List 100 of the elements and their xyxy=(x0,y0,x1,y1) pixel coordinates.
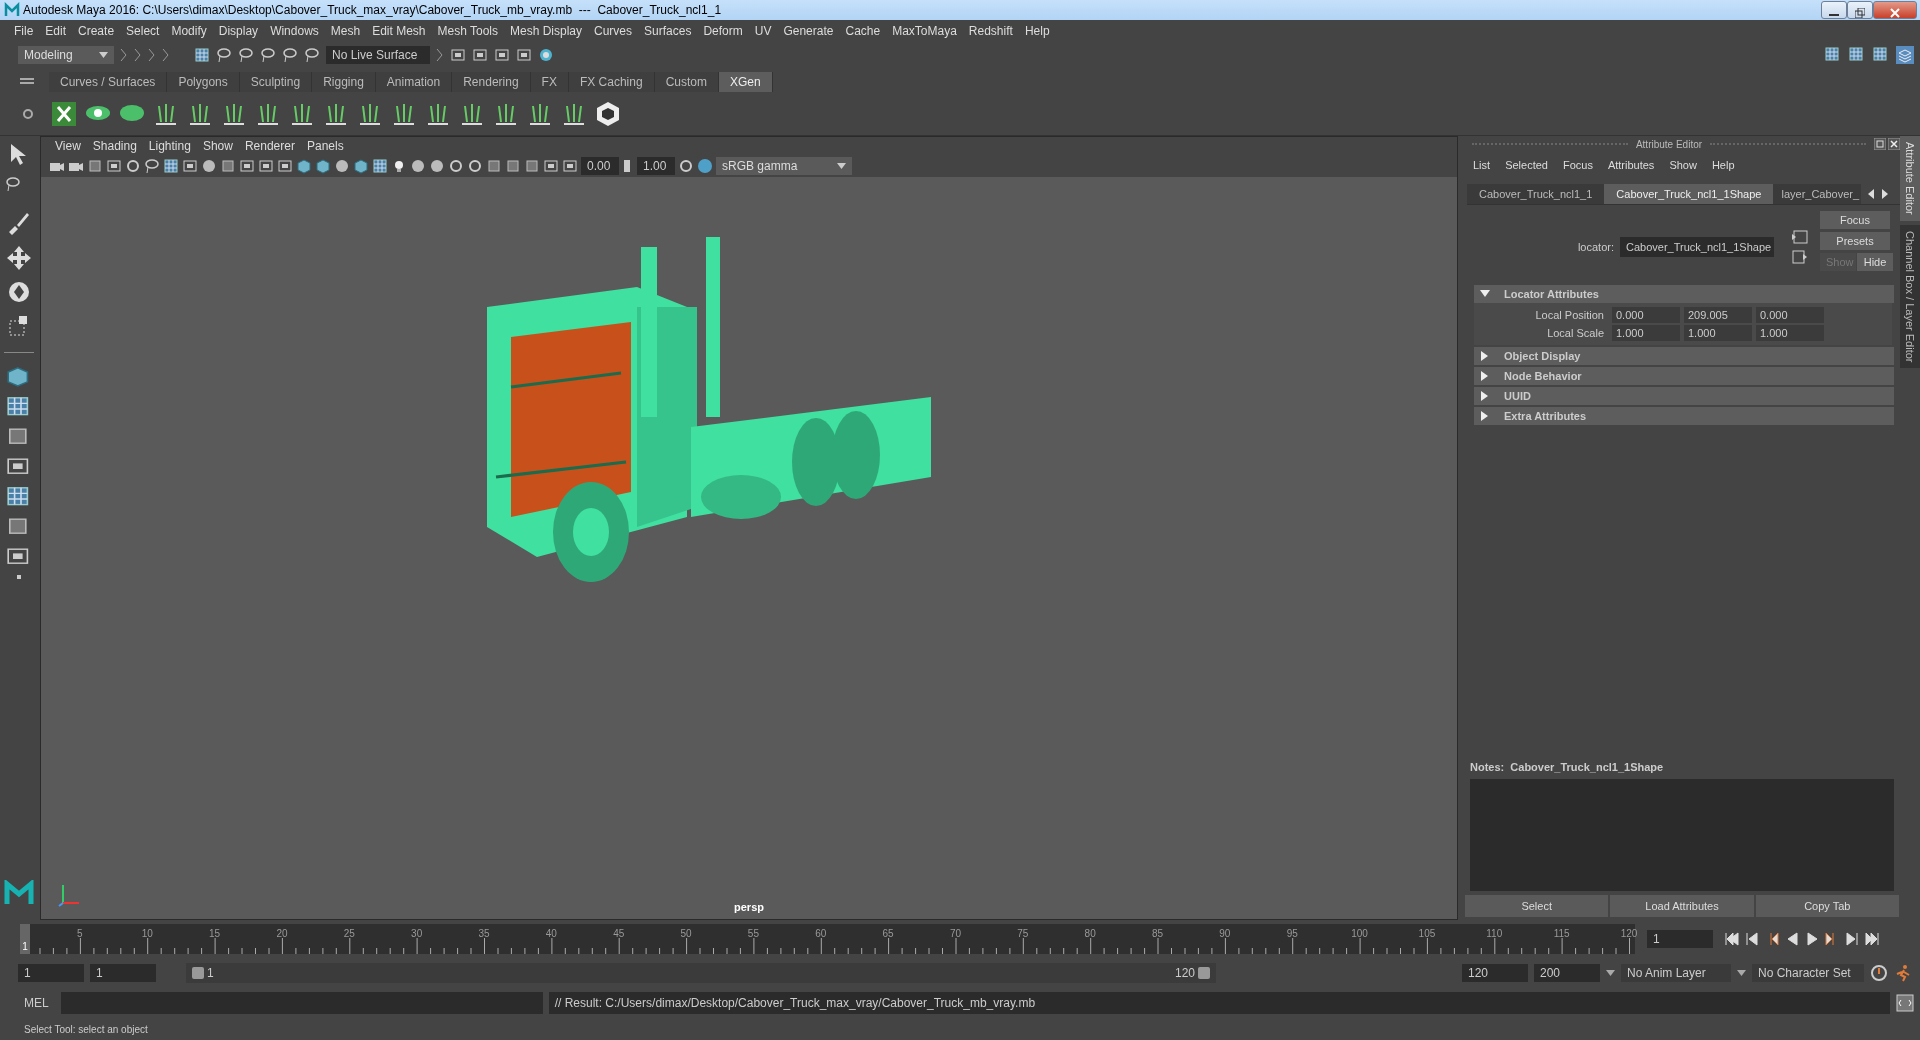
attribute-value-field[interactable]: 1.000 xyxy=(1684,325,1752,341)
attribute-value-field[interactable]: 0.000 xyxy=(1756,307,1824,323)
menu-item[interactable]: Mesh Tools xyxy=(431,22,504,40)
node-tab[interactable]: layer_Cabover_ xyxy=(1773,184,1862,204)
menu-item[interactable]: Focus xyxy=(1556,156,1599,174)
script-editor-icon[interactable] xyxy=(1896,994,1914,1012)
end-frame-field[interactable]: 200 xyxy=(1534,964,1600,982)
shelf-tab[interactable]: Custom xyxy=(654,72,719,92)
go-to-end-icon[interactable] xyxy=(1865,932,1879,946)
section-header[interactable]: Locator Attributes xyxy=(1474,285,1894,303)
color-space-dropdown[interactable]: sRGB gamma xyxy=(716,157,852,175)
menu-set-dropdown[interactable]: Modeling xyxy=(18,46,114,64)
lasso-icon[interactable] xyxy=(304,47,320,63)
side-tab[interactable]: Attribute Editor xyxy=(1900,136,1920,221)
panel-button[interactable]: Hide xyxy=(1857,253,1893,271)
lasso-icon[interactable] xyxy=(260,47,276,63)
attribute-value-field[interactable]: 1.000 xyxy=(1756,325,1824,341)
menu-item[interactable]: Surfaces xyxy=(638,22,698,40)
section-header[interactable]: Object Display xyxy=(1474,347,1894,365)
menu-item[interactable]: Help xyxy=(1705,156,1741,174)
shelf-tab[interactable]: FX Caching xyxy=(568,72,655,92)
menu-item[interactable]: Redshift xyxy=(962,22,1019,40)
shelf-tab[interactable]: XGen xyxy=(718,72,773,92)
select-by-hierarchy-icon[interactable] xyxy=(194,47,210,63)
range-start-handle[interactable] xyxy=(192,967,204,979)
collapse-handle-icon[interactable] xyxy=(148,48,156,62)
menu-item[interactable]: Cache xyxy=(839,22,887,40)
xgen-icon[interactable] xyxy=(50,99,78,128)
menu-item[interactable]: Edit xyxy=(39,22,73,40)
node-tab[interactable]: Cabover_Truck_ncl1_1 xyxy=(1467,184,1605,204)
panel-button[interactable]: Select xyxy=(1465,895,1609,917)
current-frame-field[interactable]: 1 xyxy=(1647,930,1713,948)
start-frame-field[interactable]: 1 xyxy=(18,964,84,982)
menu-item[interactable]: Select xyxy=(120,22,166,40)
exposure-field[interactable]: 0.00 xyxy=(581,157,619,175)
shelf-tab[interactable]: FX xyxy=(530,72,569,92)
locator-name-field[interactable]: Cabover_Truck_ncl1_1Shape xyxy=(1620,237,1774,257)
close-icon[interactable] xyxy=(1888,138,1900,150)
menu-item[interactable]: Mesh Display xyxy=(504,22,589,40)
lasso-icon[interactable] xyxy=(282,47,298,63)
step-back-key-icon[interactable] xyxy=(1745,932,1759,946)
panel-button[interactable]: Load Attributes xyxy=(1610,895,1754,917)
shelf-tab[interactable]: Sculpting xyxy=(239,72,313,92)
shelf-tab[interactable]: Polygons xyxy=(167,72,240,92)
shelf-tab[interactable]: Rendering xyxy=(452,72,531,92)
character-set-field[interactable]: No Character Set xyxy=(1752,964,1864,982)
menu-item[interactable]: Windows xyxy=(264,22,325,40)
scroll-left-icon[interactable] xyxy=(1867,189,1876,199)
shelf-tab[interactable]: Animation xyxy=(375,72,453,92)
grid-icon[interactable] xyxy=(163,158,179,174)
section-header[interactable]: Node Behavior xyxy=(1474,367,1894,385)
play-backwards-icon[interactable] xyxy=(1785,932,1799,946)
notes-field[interactable] xyxy=(1470,779,1894,891)
menu-item[interactable]: List xyxy=(1467,156,1497,174)
node-tab[interactable]: Cabover_Truck_ncl1_1Shape xyxy=(1604,184,1774,204)
menu-item[interactable]: Display xyxy=(212,22,265,40)
scroll-right-icon[interactable] xyxy=(1881,189,1890,199)
move-icon[interactable] xyxy=(5,244,33,272)
panel-menu[interactable]: View xyxy=(49,137,87,155)
menu-item[interactable]: Deform xyxy=(697,22,749,40)
section-header[interactable]: Extra Attributes xyxy=(1474,407,1894,425)
caret-icon[interactable] xyxy=(1737,970,1746,976)
shelf-tab[interactable]: Rigging xyxy=(312,72,376,92)
menu-item[interactable]: Attributes xyxy=(1601,156,1661,174)
panel-menu[interactable]: Renderer xyxy=(238,137,301,155)
collapse-handle-icon[interactable] xyxy=(134,48,142,62)
menu-item[interactable]: Help xyxy=(1018,22,1056,40)
step-forward-key-icon[interactable] xyxy=(1845,932,1859,946)
playback-end-field[interactable]: 120 xyxy=(1462,964,1528,982)
menu-item[interactable]: Modify xyxy=(165,22,213,40)
menu-item[interactable]: Create xyxy=(72,22,121,40)
lasso-icon[interactable] xyxy=(216,47,232,63)
auto-key-icon[interactable] xyxy=(1870,964,1888,982)
panel-menu[interactable]: Panels xyxy=(300,137,350,155)
section-header[interactable]: UUID xyxy=(1474,387,1894,405)
menu-item[interactable]: Mesh xyxy=(324,22,367,40)
menu-item[interactable]: Curves xyxy=(588,22,639,40)
command-input-field[interactable] xyxy=(60,992,543,1014)
select-input-icon[interactable] xyxy=(1792,230,1808,244)
play-forwards-icon[interactable] xyxy=(1805,932,1819,946)
menu-icon[interactable] xyxy=(20,77,34,87)
menu-item[interactable]: UV xyxy=(748,22,778,40)
menu-item[interactable]: Selected xyxy=(1499,156,1554,174)
panel-menu[interactable]: Show xyxy=(196,137,239,155)
go-to-start-icon[interactable] xyxy=(1725,932,1739,946)
menu-item[interactable]: Edit Mesh xyxy=(366,22,432,40)
anim-layer-field[interactable]: No Anim Layer xyxy=(1621,964,1731,982)
panel-menu[interactable]: Lighting xyxy=(142,137,197,155)
hypershade-icon[interactable] xyxy=(538,47,554,63)
menu-item[interactable]: Show xyxy=(1663,156,1703,174)
side-tab[interactable]: Channel Box / Layer Editor xyxy=(1900,224,1920,369)
menu-item[interactable]: File xyxy=(8,22,40,40)
menu-item[interactable]: MaxToMaya xyxy=(886,22,963,40)
collapse-handle-icon[interactable] xyxy=(162,48,170,62)
menu-item[interactable]: Generate xyxy=(777,22,840,40)
lasso-icon[interactable] xyxy=(238,47,254,63)
minimize-button[interactable] xyxy=(1821,1,1847,19)
preferences-runner-icon[interactable] xyxy=(1894,964,1912,982)
range-end-handle[interactable] xyxy=(1198,967,1210,979)
caret-icon[interactable] xyxy=(1606,970,1615,976)
